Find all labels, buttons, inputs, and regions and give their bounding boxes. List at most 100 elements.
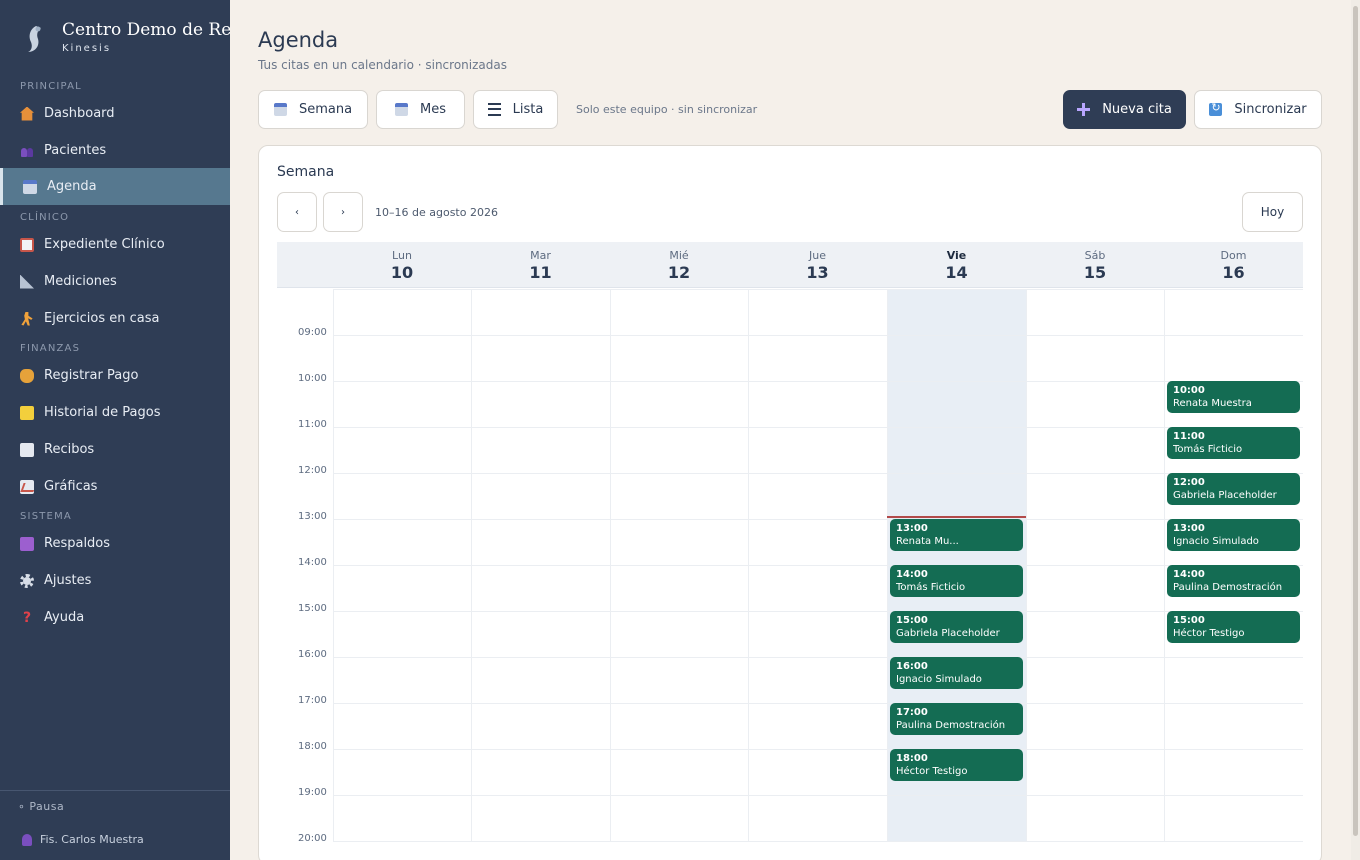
hour-label: 10:00 — [298, 373, 327, 384]
day-header-3: Jue 13 — [748, 242, 887, 288]
appointment-event[interactable]: 16:00 Ignacio Simulado — [890, 657, 1023, 689]
view-month-label: Mes — [420, 102, 446, 117]
appointment-event[interactable]: 15:00 Héctor Testigo — [1167, 611, 1300, 643]
appointment-event[interactable]: 17:00 Paulina Demostración — [890, 703, 1023, 735]
day-name: Mié — [669, 249, 689, 262]
appointment-patient: Ignacio Simulado — [896, 674, 982, 685]
sidebar-item-agenda[interactable]: Agenda — [0, 168, 230, 205]
people-icon — [20, 144, 34, 158]
hour-label: 18:00 — [298, 741, 327, 752]
view-week-button[interactable]: Semana — [258, 90, 368, 129]
date-range: 10–16 de agosto 2026 — [375, 206, 498, 219]
appointment-event[interactable]: 12:00 Gabriela Placeholder — [1167, 473, 1300, 505]
appointment-event[interactable]: 11:00 Tomás Ficticio — [1167, 427, 1300, 459]
sidebar-item-mediciones[interactable]: Mediciones — [0, 263, 230, 300]
hour-label: 13:00 — [298, 511, 327, 522]
view-month-button[interactable]: Mes — [376, 90, 465, 129]
day-name: Sáb — [1084, 249, 1106, 262]
sidebar-item-respaldos[interactable]: Respaldos — [0, 525, 230, 562]
sidebar-item-registrar-pago[interactable]: Registrar Pago — [0, 357, 230, 394]
sidebar-item-ejercicios[interactable]: Ejercicios en casa — [0, 300, 230, 337]
notepad-icon — [20, 405, 34, 420]
sidebar-item-graficas[interactable]: Gráficas — [0, 468, 230, 505]
appointment-event[interactable]: 10:00 Renata Muestra — [1167, 381, 1300, 413]
appointment-event[interactable]: 14:00 Tomás Ficticio — [890, 565, 1023, 597]
chevron-right-icon: › — [341, 206, 345, 218]
appointment-time: 13:00 — [1173, 523, 1205, 534]
sidebar-divider — [0, 790, 230, 791]
sidebar-item-ayuda[interactable]: ? Ayuda — [0, 599, 230, 636]
appointment-event[interactable]: 13:00 Renata Mu... — [890, 519, 1023, 551]
appointment-event[interactable]: 18:00 Héctor Testigo — [890, 749, 1023, 781]
grid-hour-line — [333, 289, 1303, 290]
brand-subtitle: Kinesis — [62, 43, 112, 54]
day-header-1: Mar 11 — [471, 242, 610, 288]
day-header-6: Dom 16 — [1164, 242, 1303, 288]
prev-week-button[interactable]: ‹ — [277, 192, 317, 232]
sync-note: Solo este equipo · sin sincronizar — [576, 103, 758, 116]
sync-status-label: Pausa — [29, 800, 65, 813]
house-icon — [20, 106, 34, 121]
next-week-button[interactable]: › — [323, 192, 363, 232]
view-list-button[interactable]: Lista — [473, 90, 558, 129]
appointment-event[interactable]: 15:00 Gabriela Placeholder — [890, 611, 1023, 643]
new-appointment-label: Nueva cita — [1102, 102, 1172, 117]
sidebar-item-label: Mediciones — [44, 274, 117, 289]
sidebar-item-label: Agenda — [47, 179, 97, 194]
new-appointment-button[interactable]: Nueva cita — [1063, 90, 1186, 129]
sidebar-item-label: Registrar Pago — [44, 368, 139, 383]
sidebar-item-dashboard[interactable]: Dashboard — [0, 95, 230, 132]
day-name: Mar — [530, 249, 551, 262]
appointment-time: 10:00 — [1173, 385, 1205, 396]
user-icon — [22, 833, 32, 846]
grid-hour-line — [333, 611, 1303, 612]
clipboard-icon — [20, 237, 34, 252]
sidebar-item-historial[interactable]: Historial de Pagos — [0, 394, 230, 431]
hour-label: 11:00 — [298, 419, 327, 430]
calendar-title: Semana — [277, 164, 335, 180]
appointment-patient: Paulina Demostración — [1173, 582, 1283, 593]
appointment-time: 17:00 — [896, 707, 928, 718]
section-label-principal: PRINCIPAL — [20, 81, 82, 92]
day-name: Dom — [1220, 249, 1247, 262]
appointment-event[interactable]: 13:00 Ignacio Simulado — [1167, 519, 1300, 551]
brand-logo-icon — [28, 26, 41, 52]
today-button[interactable]: Hoy — [1242, 192, 1303, 232]
appointment-time: 13:00 — [896, 523, 928, 534]
section-label-clinico: CLÍNICO — [20, 212, 70, 223]
page-scrollbar[interactable] — [1351, 0, 1360, 860]
calendar-card: Semana ‹ › 10–16 de agosto 2026 Hoy Lun 1… — [258, 145, 1322, 860]
sync-button[interactable]: Sincronizar — [1194, 90, 1322, 129]
appointment-time: 14:00 — [1173, 569, 1205, 580]
sidebar-item-recibos[interactable]: Recibos — [0, 431, 230, 468]
current-user-name: Fis. Carlos Muestra — [40, 833, 144, 846]
sidebar-item-label: Recibos — [44, 442, 95, 457]
appointment-time: 16:00 — [896, 661, 928, 672]
hour-label: 16:00 — [298, 649, 327, 660]
appointment-patient: Gabriela Placeholder — [896, 628, 1000, 639]
day-header-5: Sáb 15 — [1026, 242, 1164, 288]
sidebar-item-label: Pacientes — [44, 143, 107, 158]
sidebar-item-label: Respaldos — [44, 536, 111, 551]
day-number: 13 — [806, 263, 829, 282]
current-user[interactable]: Fis. Carlos Muestra — [22, 833, 144, 846]
sidebar-item-ajustes[interactable]: Ajustes — [0, 562, 230, 599]
calendar-icon — [395, 103, 408, 116]
sidebar-item-pacientes[interactable]: Pacientes — [0, 132, 230, 169]
scrollbar-thumb[interactable] — [1353, 6, 1358, 836]
gear-icon — [20, 573, 34, 588]
grid-hour-line — [333, 841, 1303, 842]
grid-hour-line — [333, 657, 1303, 658]
appointment-time: 15:00 — [896, 615, 928, 626]
appointment-event[interactable]: 14:00 Paulina Demostración — [1167, 565, 1300, 597]
sidebar-item-label: Historial de Pagos — [44, 405, 161, 420]
hour-label: 08:00 — [298, 289, 327, 292]
appointment-time: 11:00 — [1173, 431, 1205, 442]
sidebar-item-expediente[interactable]: Expediente Clínico — [0, 226, 230, 263]
hour-label: 17:00 — [298, 695, 327, 706]
week-grid-header: Lun 10 Mar 11 Mié 12 Jue 13 Vie 14 Sáb 15 Dom 16 — [277, 242, 1303, 288]
list-icon — [487, 103, 501, 116]
appointment-patient: Renata Muestra — [1173, 398, 1252, 409]
appointment-time: 12:00 — [1173, 477, 1205, 488]
day-number: 15 — [1083, 263, 1107, 282]
